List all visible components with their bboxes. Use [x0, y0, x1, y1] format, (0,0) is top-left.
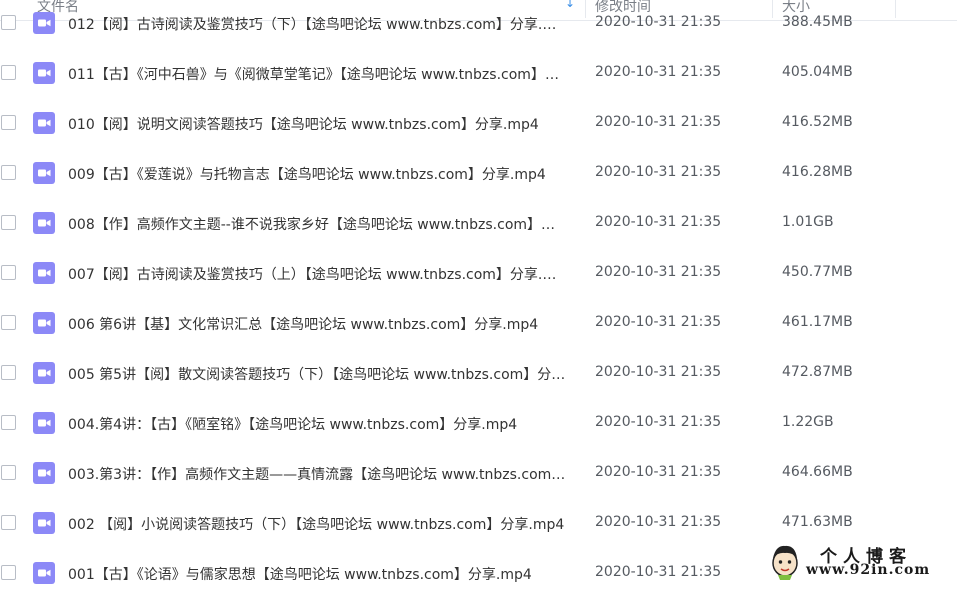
- file-name[interactable]: 006 第6讲【基】文化常识汇总【途鸟吧论坛 www.tnbzs.com】分享.…: [68, 314, 568, 334]
- file-modified-date: 2020-10-31 21:35: [595, 314, 722, 330]
- file-modified-date: 2020-10-31 21:35: [595, 564, 722, 580]
- video-file-icon: [33, 512, 55, 534]
- file-row[interactable]: 010【阅】说明文阅读答题技巧【途鸟吧论坛 www.tnbzs.com】分享.m…: [0, 99, 957, 149]
- row-checkbox[interactable]: [1, 465, 16, 480]
- row-checkbox[interactable]: [1, 265, 16, 280]
- row-checkbox[interactable]: [1, 415, 16, 430]
- file-name[interactable]: 008【作】高频作文主题--谁不说我家乡好【途鸟吧论坛 www.tnbzs.co…: [68, 214, 568, 234]
- file-size: 416.28MB: [782, 164, 853, 180]
- file-row[interactable]: 007【阅】古诗阅读及鉴赏技巧（上）【途鸟吧论坛 www.tnbzs.com】分…: [0, 249, 957, 299]
- file-size: 416.52MB: [782, 114, 853, 130]
- watermark-url: www.92in.com: [806, 562, 931, 578]
- row-checkbox[interactable]: [1, 115, 16, 130]
- file-size: 450.77MB: [782, 264, 853, 280]
- file-size: 1.22GB: [782, 414, 834, 430]
- file-name[interactable]: 011【古】《河中石兽》与《阅微草堂笔记》【途鸟吧论坛 www.tnbzs.co…: [68, 64, 568, 84]
- file-size: 471.63MB: [782, 514, 853, 530]
- row-checkbox[interactable]: [1, 15, 16, 30]
- file-modified-date: 2020-10-31 21:35: [595, 114, 722, 130]
- video-file-icon: [33, 312, 55, 334]
- row-checkbox[interactable]: [1, 365, 16, 380]
- file-size: 461.17MB: [782, 314, 853, 330]
- file-row[interactable]: 012【阅】古诗阅读及鉴赏技巧（下）【途鸟吧论坛 www.tnbzs.com】分…: [0, 0, 957, 49]
- row-checkbox[interactable]: [1, 65, 16, 80]
- video-file-icon: [33, 412, 55, 434]
- file-size: 405.04MB: [782, 64, 853, 80]
- file-row[interactable]: 009【古】《爱莲说》与托物言志【途鸟吧论坛 www.tnbzs.com】分享.…: [0, 149, 957, 199]
- file-name[interactable]: 003.第3讲：【作】高频作文主题——真情流露【途鸟吧论坛 www.tnbzs.…: [68, 464, 568, 484]
- file-size: 388.45MB: [782, 14, 853, 30]
- file-name[interactable]: 001【古】《论语》与儒家思想【途鸟吧论坛 www.tnbzs.com】分享.m…: [68, 564, 568, 584]
- file-modified-date: 2020-10-31 21:35: [595, 464, 722, 480]
- file-modified-date: 2020-10-31 21:35: [595, 364, 722, 380]
- file-size: 472.87MB: [782, 364, 853, 380]
- file-row[interactable]: 005 第5讲【阅】散文阅读答题技巧（下）【途鸟吧论坛 www.tnbzs.co…: [0, 349, 957, 399]
- file-modified-date: 2020-10-31 21:35: [595, 164, 722, 180]
- file-name[interactable]: 004.第4讲：【古】《陋室铭》【途鸟吧论坛 www.tnbzs.com】分享.…: [68, 414, 568, 434]
- file-row[interactable]: 006 第6讲【基】文化常识汇总【途鸟吧论坛 www.tnbzs.com】分享.…: [0, 299, 957, 349]
- video-file-icon: [33, 462, 55, 484]
- file-name[interactable]: 002 【阅】小说阅读答题技巧（下）【途鸟吧论坛 www.tnbzs.com】分…: [68, 514, 568, 534]
- file-row[interactable]: 011【古】《河中石兽》与《阅微草堂笔记》【途鸟吧论坛 www.tnbzs.co…: [0, 49, 957, 99]
- file-row[interactable]: 004.第4讲：【古】《陋室铭》【途鸟吧论坛 www.tnbzs.com】分享.…: [0, 399, 957, 449]
- video-file-icon: [33, 162, 55, 184]
- file-modified-date: 2020-10-31 21:35: [595, 64, 722, 80]
- row-checkbox[interactable]: [1, 515, 16, 530]
- row-checkbox[interactable]: [1, 565, 16, 580]
- video-file-icon: [33, 262, 55, 284]
- file-modified-date: 2020-10-31 21:35: [595, 514, 722, 530]
- file-modified-date: 2020-10-31 21:35: [595, 414, 722, 430]
- video-file-icon: [33, 62, 55, 84]
- site-watermark: 个人博客 www.92in.com: [762, 540, 957, 583]
- row-checkbox[interactable]: [1, 315, 16, 330]
- file-modified-date: 2020-10-31 21:35: [595, 14, 722, 30]
- video-file-icon: [33, 362, 55, 384]
- video-file-icon: [33, 112, 55, 134]
- file-size: 464.66MB: [782, 464, 853, 480]
- file-name[interactable]: 005 第5讲【阅】散文阅读答题技巧（下）【途鸟吧论坛 www.tnbzs.co…: [68, 364, 568, 384]
- row-checkbox[interactable]: [1, 215, 16, 230]
- file-size: 1.01GB: [782, 214, 834, 230]
- file-modified-date: 2020-10-31 21:35: [595, 214, 722, 230]
- video-file-icon: [33, 562, 55, 584]
- cartoon-face-icon: [772, 545, 798, 580]
- file-modified-date: 2020-10-31 21:35: [595, 264, 722, 280]
- video-file-icon: [33, 12, 55, 34]
- file-name[interactable]: 012【阅】古诗阅读及鉴赏技巧（下）【途鸟吧论坛 www.tnbzs.com】分…: [68, 14, 568, 34]
- file-row[interactable]: 003.第3讲：【作】高频作文主题——真情流露【途鸟吧论坛 www.tnbzs.…: [0, 449, 957, 499]
- file-name[interactable]: 010【阅】说明文阅读答题技巧【途鸟吧论坛 www.tnbzs.com】分享.m…: [68, 114, 568, 134]
- video-file-icon: [33, 212, 55, 234]
- file-name[interactable]: 007【阅】古诗阅读及鉴赏技巧（上）【途鸟吧论坛 www.tnbzs.com】分…: [68, 264, 568, 284]
- file-name[interactable]: 009【古】《爱莲说》与托物言志【途鸟吧论坛 www.tnbzs.com】分享.…: [68, 164, 568, 184]
- file-row[interactable]: 008【作】高频作文主题--谁不说我家乡好【途鸟吧论坛 www.tnbzs.co…: [0, 199, 957, 249]
- row-checkbox[interactable]: [1, 165, 16, 180]
